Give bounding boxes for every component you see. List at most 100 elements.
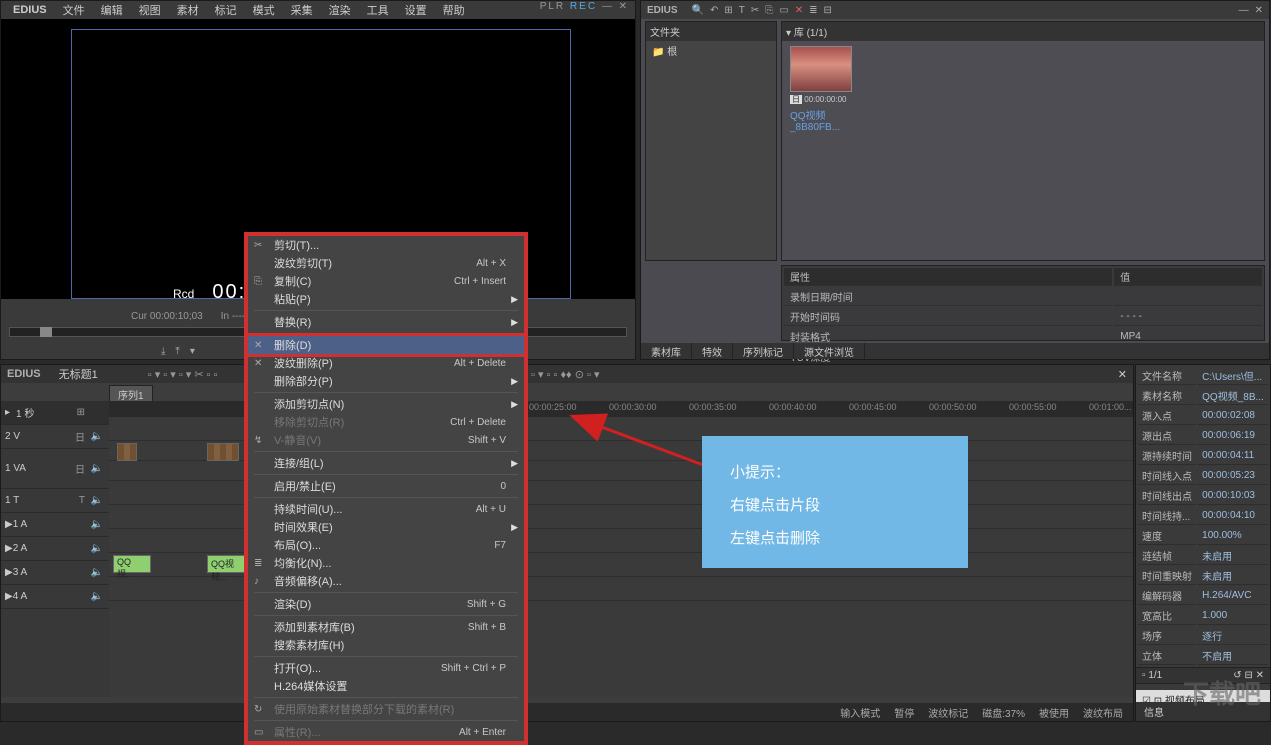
track-header[interactable]: 1 VA日🔈: [1, 449, 109, 489]
mute-icon[interactable]: 🔈: [91, 591, 103, 602]
folder-tree[interactable]: 文件夹 📁 根: [645, 21, 777, 261]
out-icon[interactable]: ⤒: [175, 346, 179, 357]
timeline-scale[interactable]: 1 秒: [16, 405, 34, 420]
delete-icon[interactable]: ✕: [795, 5, 803, 16]
watermark: 下载吧: [1183, 674, 1261, 711]
clip-thumbnail[interactable]: 日 00:00:00:00 QQ视频_8B80FB...: [790, 46, 852, 133]
tool-icon[interactable]: ≣: [809, 5, 817, 16]
expand-icon[interactable]: 日: [75, 461, 85, 476]
menu-view[interactable]: 视图: [131, 2, 169, 18]
tool-icon[interactable]: ⊟: [824, 5, 832, 16]
expand-icon[interactable]: 日: [75, 429, 85, 444]
tool-icon[interactable]: ↶: [710, 5, 718, 16]
status-layout: 波纹布局: [1083, 705, 1123, 720]
tab-effects[interactable]: 特效: [692, 343, 733, 359]
menu-tools[interactable]: 工具: [359, 2, 397, 18]
thumbnail-image: [790, 46, 852, 92]
menu-edit[interactable]: 编辑: [93, 2, 131, 18]
text-icon[interactable]: T: [79, 495, 85, 506]
clip-label: QQ视频_8B80FB...: [790, 107, 852, 133]
ctx-item[interactable]: 启用/禁止(E)0: [248, 477, 524, 495]
audio-clip[interactable]: QQ视频...: [207, 555, 249, 573]
close-icon[interactable]: ✕: [1255, 5, 1263, 16]
video-clip[interactable]: [117, 443, 137, 461]
track-header[interactable]: ▶4 A🔈: [1, 585, 109, 609]
ctx-item[interactable]: ✕删除(D): [248, 336, 524, 354]
menu-capture[interactable]: 采集: [283, 2, 321, 18]
status-input-mode: 输入模式: [840, 705, 880, 720]
timeline-header: EDIUS 无标题1 ▫ ▾ ▫ ▾ ▫ ▾ ✂ ▫ ▫ ▫ ▾ ▫ ▫ ♦♦ …: [1, 365, 1133, 383]
ctx-item[interactable]: 渲染(D)Shift + G: [248, 595, 524, 613]
tab-library[interactable]: 素材库: [641, 343, 692, 359]
close-icon[interactable]: ✕: [619, 1, 629, 12]
clips-area[interactable]: ▾ 库 (1/1) 日 00:00:00:00 QQ视频_8B80FB...: [781, 21, 1265, 261]
mute-icon[interactable]: 🔈: [91, 431, 103, 442]
minimize-icon[interactable]: —: [602, 1, 614, 12]
close-icon[interactable]: ✕: [1118, 368, 1127, 381]
ctx-item[interactable]: 持续时间(U)...Alt + U: [248, 500, 524, 518]
ctx-item[interactable]: 搜索素材库(H): [248, 636, 524, 654]
tab-source-browse[interactable]: 源文件浏览: [794, 343, 865, 359]
menu-render[interactable]: 渲染: [321, 2, 359, 18]
track-header[interactable]: ▶2 A🔈: [1, 537, 109, 561]
ctx-item[interactable]: 布局(O)...F7: [248, 536, 524, 554]
track-header[interactable]: ▶1 A🔈: [1, 513, 109, 537]
clips-header: ▾ 库 (1/1): [782, 22, 1264, 41]
ctx-item[interactable]: ✂剪切(T)...: [248, 236, 524, 254]
ctx-item[interactable]: 粘贴(P)▶: [248, 290, 524, 308]
minimize-icon[interactable]: —: [1239, 5, 1249, 16]
menu-settings[interactable]: 设置: [397, 2, 435, 18]
ctx-item[interactable]: H.264媒体设置: [248, 677, 524, 695]
tab-markers[interactable]: 序列标记: [733, 343, 794, 359]
chevron-down-icon[interactable]: ▾: [190, 346, 195, 357]
ctx-item: ▭属性(R)...Alt + Enter: [248, 723, 524, 741]
ctx-item[interactable]: 波纹剪切(T)Alt + X: [248, 254, 524, 272]
ctx-item[interactable]: 连接/组(L)▶: [248, 454, 524, 472]
status-disk: 磁盘:37%: [982, 705, 1025, 720]
track-headers: ▸1 秒⊞ 2 V日🔈 1 VA日🔈 1 TT🔈 ▶1 A🔈 ▶2 A🔈 ▶3 …: [1, 401, 109, 697]
window-controls: PLR REC — ✕: [540, 1, 629, 12]
tool-icon[interactable]: T: [739, 5, 745, 16]
ctx-item[interactable]: ♪音频偏移(A)...: [248, 572, 524, 590]
rcd-label: Rcd: [173, 287, 194, 301]
search-icon[interactable]: 🔍: [692, 5, 704, 16]
menu-mode[interactable]: 模式: [245, 2, 283, 18]
tool-icon[interactable]: ▭: [779, 5, 788, 16]
status-used: 被使用: [1039, 705, 1069, 720]
menu-clip[interactable]: 素材: [169, 2, 207, 18]
sequence-title: 无标题1: [59, 366, 98, 382]
ctx-item[interactable]: 添加到素材库(B)Shift + B: [248, 618, 524, 636]
ctx-item[interactable]: 添加剪切点(N)▶: [248, 395, 524, 413]
ctx-item[interactable]: ⎘复制(C)Ctrl + Insert: [248, 272, 524, 290]
plr-label: PLR: [540, 1, 565, 12]
mute-icon[interactable]: 🔈: [91, 495, 103, 506]
menu-help[interactable]: 帮助: [435, 2, 473, 18]
audio-clip[interactable]: QQ视...: [113, 555, 151, 573]
menu-marker[interactable]: 标记: [207, 2, 245, 18]
mute-icon[interactable]: 🔈: [91, 543, 103, 554]
mute-icon[interactable]: 🔈: [91, 567, 103, 578]
tool-icon[interactable]: ⊞: [724, 5, 732, 16]
video-clip[interactable]: [207, 443, 239, 461]
ctx-item[interactable]: ≣均衡化(N)...: [248, 554, 524, 572]
scale-icon[interactable]: ▸: [5, 407, 10, 418]
scrub-handle[interactable]: [40, 327, 52, 337]
tool-icon[interactable]: ✂: [751, 5, 759, 16]
ctx-item[interactable]: 替换(R)▶: [248, 313, 524, 331]
track-header[interactable]: ▶3 A🔈: [1, 561, 109, 585]
tip-line3: 左键点击删除: [730, 522, 940, 555]
ctx-item[interactable]: 打开(O)...Shift + Ctrl + P: [248, 659, 524, 677]
mute-icon[interactable]: 🔈: [91, 519, 103, 530]
ctx-item: ↯V-静音(V)Shift + V: [248, 431, 524, 449]
track-header[interactable]: 2 V日🔈: [1, 425, 109, 449]
menu-file[interactable]: 文件: [55, 2, 93, 18]
folder-root[interactable]: 📁 根: [646, 41, 776, 60]
mute-icon[interactable]: 🔈: [91, 463, 103, 474]
ctx-item[interactable]: ✕波纹删除(P)Alt + Delete: [248, 354, 524, 372]
ctx-item[interactable]: 删除部分(P)▶: [248, 372, 524, 390]
tool-icon[interactable]: ⎘: [765, 5, 773, 16]
track-header[interactable]: 1 TT🔈: [1, 489, 109, 513]
in-icon[interactable]: ⤓: [161, 346, 165, 357]
ctx-item[interactable]: 时间效果(E)▶: [248, 518, 524, 536]
properties-grid: 属性值 录制日期/时间 开始时间码- - - - 封装格式MP4 YUV深度8: [781, 265, 1265, 341]
